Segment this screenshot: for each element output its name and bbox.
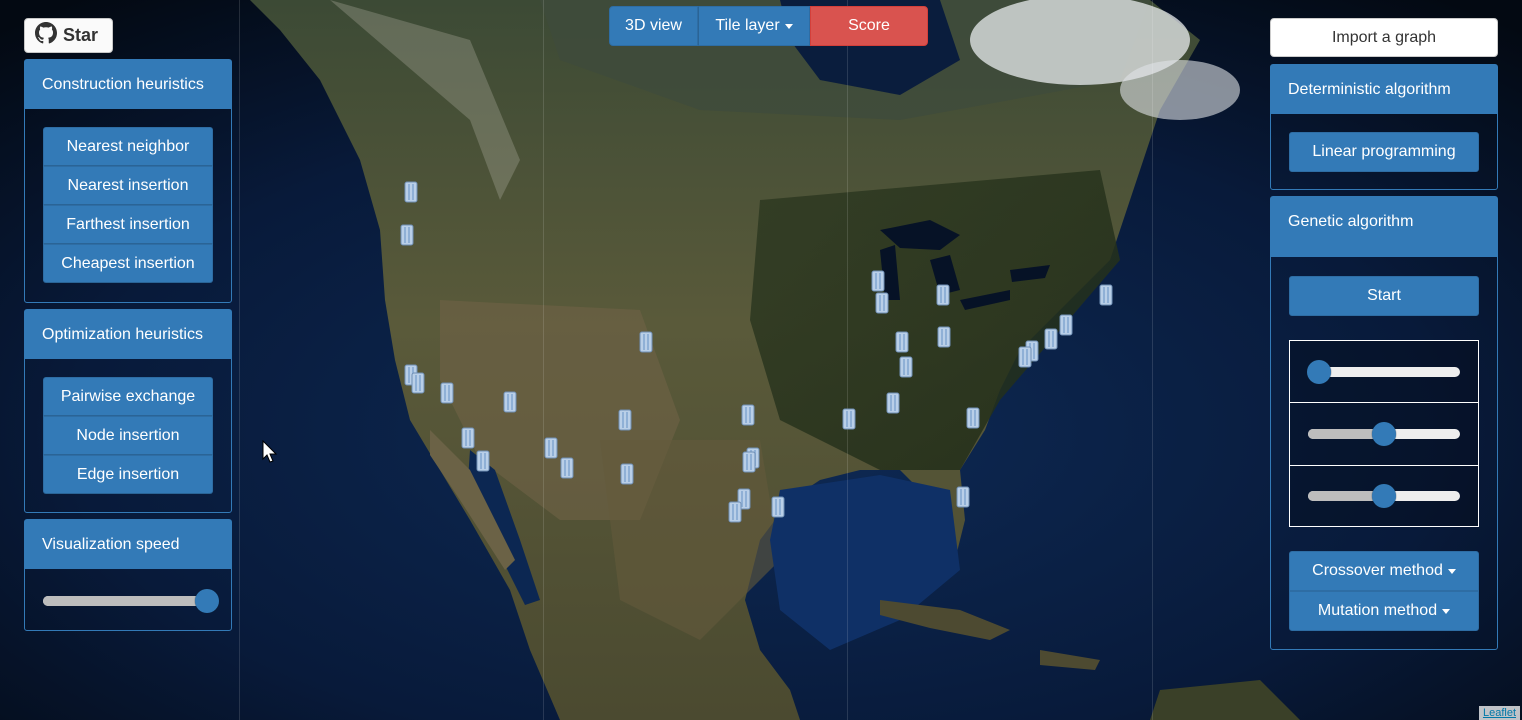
panel-title: Construction heuristics	[25, 60, 231, 109]
city-building-icon[interactable]	[404, 181, 418, 203]
map-attribution[interactable]: Leaflet	[1478, 706, 1520, 720]
city-building-icon[interactable]	[771, 496, 785, 518]
city-building-icon[interactable]	[956, 486, 970, 508]
city-building-icon[interactable]	[875, 292, 889, 314]
city-building-icon[interactable]	[728, 501, 742, 523]
import-graph-button[interactable]: Import a graph	[1270, 18, 1498, 57]
city-building-icon[interactable]	[742, 451, 756, 473]
city-building-icon[interactable]	[618, 409, 632, 431]
city-building-icon[interactable]	[871, 270, 885, 292]
city-building-icon[interactable]	[1059, 314, 1073, 336]
deterministic-algorithm-panel: Deterministic algorithm Linear programmi…	[1270, 64, 1498, 190]
nearest-neighbor-button[interactable]: Nearest neighbor	[43, 127, 213, 166]
city-building-icon[interactable]	[461, 427, 475, 449]
city-building-icon[interactable]	[411, 372, 425, 394]
github-icon	[35, 22, 57, 49]
github-star-label: Star	[63, 25, 99, 45]
edge-insertion-button[interactable]: Edge insertion	[43, 455, 213, 494]
nearest-insertion-button[interactable]: Nearest insertion	[43, 166, 213, 205]
linear-programming-button[interactable]: Linear programming	[1289, 132, 1479, 172]
city-building-icon[interactable]	[886, 392, 900, 414]
panel-title: Visualization speed	[25, 520, 231, 569]
node-insertion-button[interactable]: Node insertion	[43, 416, 213, 455]
mutation-probability-slider[interactable]	[1308, 484, 1460, 508]
visualization-speed-slider[interactable]	[43, 589, 219, 613]
caret-down-icon	[1442, 608, 1451, 614]
top-toolbar: 3D view Tile layer Score	[609, 6, 928, 46]
crossover-method-label: Crossover method	[1312, 562, 1443, 579]
mutation-method-label: Mutation method	[1317, 602, 1438, 619]
start-button[interactable]: Start	[1289, 276, 1479, 316]
slider-handle[interactable]	[195, 589, 219, 613]
city-building-icon[interactable]	[400, 224, 414, 246]
tile-layer-dropdown[interactable]: Tile layer	[698, 6, 810, 46]
city-building-icon[interactable]	[741, 404, 755, 426]
mouse-cursor-icon	[262, 439, 278, 469]
genetic-parameters	[1289, 340, 1479, 527]
city-building-icon[interactable]	[1044, 328, 1058, 350]
construction-heuristics-panel: Construction heuristics Nearest neighbor…	[24, 59, 232, 303]
optimization-heuristics-panel: Optimization heuristics Pairwise exchang…	[24, 309, 232, 513]
genetic-algorithm-panel: Genetic algorithm Start Crossover method…	[1270, 196, 1498, 650]
farthest-insertion-button[interactable]: Farthest insertion	[43, 205, 213, 244]
construction-button-group: Nearest neighbor Nearest insertion Farth…	[43, 127, 213, 283]
city-building-icon[interactable]	[620, 463, 634, 485]
city-building-icon[interactable]	[440, 382, 454, 404]
mutation-method-dropdown[interactable]: Mutation method	[1289, 591, 1479, 631]
city-building-icon[interactable]	[1099, 284, 1113, 306]
optimization-button-group: Pairwise exchange Node insertion Edge in…	[43, 377, 213, 494]
city-building-icon[interactable]	[476, 450, 490, 472]
panel-title: Optimization heuristics	[25, 310, 231, 359]
crossover-probability-slider[interactable]	[1308, 422, 1460, 446]
city-building-icon[interactable]	[842, 408, 856, 430]
city-building-icon[interactable]	[937, 326, 951, 348]
caret-down-icon	[784, 23, 793, 29]
city-building-icon[interactable]	[936, 284, 950, 306]
github-star-button[interactable]: Star	[24, 18, 113, 53]
slider-handle[interactable]	[1372, 484, 1396, 508]
city-building-icon[interactable]	[899, 356, 913, 378]
tile-layer-label: Tile layer	[715, 17, 780, 34]
pairwise-exchange-button[interactable]: Pairwise exchange	[43, 377, 213, 416]
city-building-icon[interactable]	[544, 437, 558, 459]
score-button[interactable]: Score	[810, 6, 928, 46]
visualization-speed-panel: Visualization speed	[24, 519, 232, 631]
city-building-icon[interactable]	[503, 391, 517, 413]
caret-down-icon	[1447, 568, 1456, 574]
city-building-icon[interactable]	[560, 457, 574, 479]
3d-view-button[interactable]: 3D view	[609, 6, 698, 46]
city-building-icon[interactable]	[966, 407, 980, 429]
crossover-method-dropdown[interactable]: Crossover method	[1289, 551, 1479, 591]
cheapest-insertion-button[interactable]: Cheapest insertion	[43, 244, 213, 283]
city-building-icon[interactable]	[895, 331, 909, 353]
population-size-slider[interactable]	[1306, 360, 1460, 384]
panel-title: Genetic algorithm	[1271, 197, 1497, 257]
city-building-icon[interactable]	[639, 331, 653, 353]
panel-title: Deterministic algorithm	[1271, 65, 1497, 114]
slider-handle[interactable]	[1306, 360, 1331, 384]
slider-handle[interactable]	[1372, 422, 1396, 446]
city-building-icon[interactable]	[1018, 346, 1032, 368]
